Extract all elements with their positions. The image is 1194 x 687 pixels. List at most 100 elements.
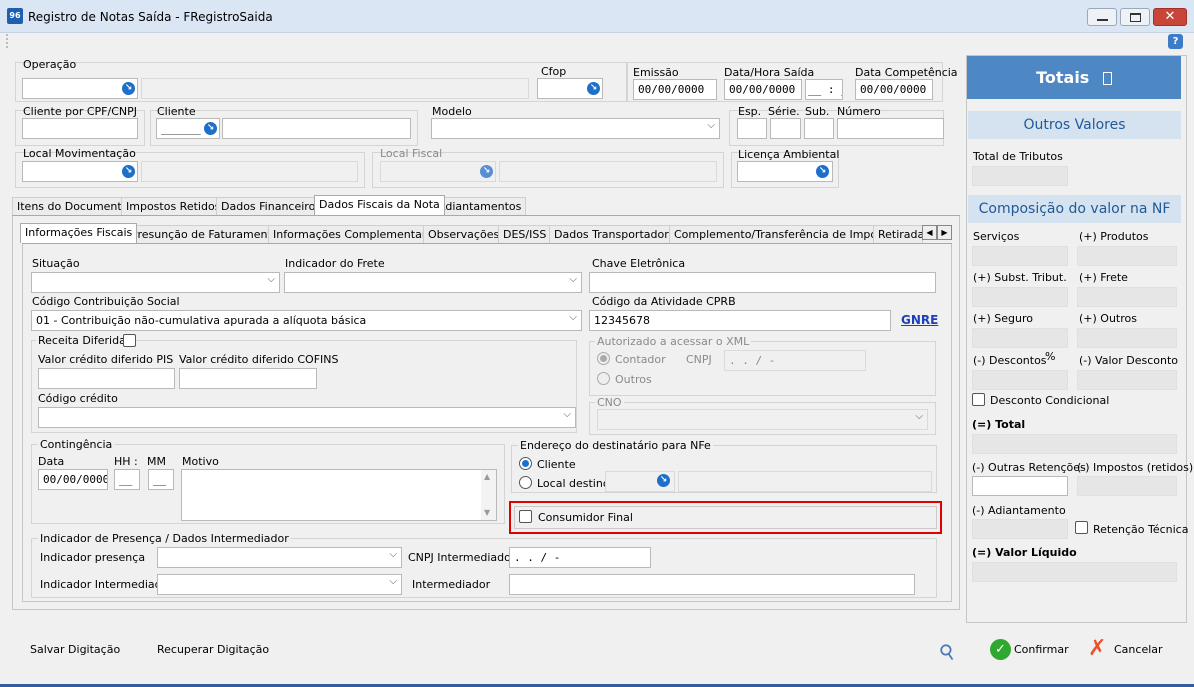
valor-liquido-value bbox=[972, 562, 1177, 582]
motivo-scrollbar[interactable]: ▲ ▼ bbox=[481, 470, 496, 520]
percent-label: % bbox=[1045, 350, 1056, 363]
recuperar-digitacao-button[interactable]: Recuperar Digitação bbox=[157, 643, 269, 656]
consumidor-final-label[interactable]: Consumidor Final bbox=[538, 511, 633, 524]
outros-valores-header: Outros Valores bbox=[968, 111, 1181, 139]
operacao-input[interactable] bbox=[22, 78, 138, 99]
tab-impostos-retidos[interactable]: Impostos Retidos bbox=[121, 197, 226, 215]
codigo-atividade-input[interactable]: 12345678 bbox=[589, 310, 891, 331]
indicador-presenca-select[interactable]: ⌵ bbox=[157, 547, 402, 568]
tab-dados-financeiros[interactable]: Dados Financeiros bbox=[216, 197, 327, 215]
local-destino-search-icon[interactable]: ↘ bbox=[657, 474, 670, 487]
numero-input[interactable] bbox=[837, 118, 944, 139]
cfop-label: Cfop bbox=[541, 65, 567, 78]
outros-totais-label: (+) Outros bbox=[1079, 312, 1137, 325]
servicos-label: Serviços bbox=[973, 230, 1020, 243]
indicador-presenca-label: Indicador presença bbox=[40, 551, 146, 564]
tab-informacoes-complementares[interactable]: Informações Complementares bbox=[268, 225, 444, 243]
confirmar-label: Confirmar bbox=[1014, 643, 1069, 656]
operacao-desc bbox=[141, 78, 529, 99]
cliente-search-icon[interactable]: ↘ bbox=[204, 122, 217, 135]
tab-observacoes[interactable]: Observações bbox=[423, 225, 505, 243]
valor-pis-input[interactable] bbox=[38, 368, 175, 389]
tab-scroll-right-button[interactable]: ▶ bbox=[937, 225, 952, 240]
tab-complemento-transferencia[interactable]: Complemento/Transferência de Imposto bbox=[669, 225, 899, 243]
consumidor-final-checkbox[interactable] bbox=[519, 510, 532, 523]
receita-diferida-checkbox[interactable] bbox=[123, 334, 136, 347]
impostos-retidos-label: (-) Impostos (retidos) bbox=[1077, 461, 1194, 474]
tab-des-iss[interactable]: DES/ISS bbox=[498, 225, 552, 243]
tab-scroll-left-button[interactable]: ◀ bbox=[922, 225, 937, 240]
situacao-select[interactable]: ⌵ bbox=[31, 272, 280, 293]
cancelar-button[interactable]: ✗ Cancelar bbox=[1088, 636, 1168, 662]
esp-label: Esp. bbox=[738, 105, 762, 118]
local-movimentacao-label: Local Movimentação bbox=[23, 147, 136, 160]
cliente-radio[interactable] bbox=[519, 457, 532, 470]
hh-input[interactable]: __ bbox=[114, 469, 140, 490]
produtos-label: (+) Produtos bbox=[1079, 230, 1149, 243]
codigo-contribuicao-select[interactable]: 01 - Contribuição não-cumulativa apurada… bbox=[31, 310, 582, 331]
operacao-search-icon[interactable]: ↘ bbox=[122, 82, 135, 95]
chave-eletronica-input[interactable] bbox=[589, 272, 936, 293]
sub-input[interactable] bbox=[804, 118, 834, 139]
indicador-intermediador-select[interactable]: ⌵ bbox=[157, 574, 402, 595]
mm-input[interactable]: __ bbox=[148, 469, 174, 490]
valor-pis-label: Valor crédito diferido PIS bbox=[38, 353, 174, 366]
serie-input[interactable] bbox=[770, 118, 801, 139]
desconto-condicional-label: Desconto Condicional bbox=[990, 394, 1110, 407]
gnre-link[interactable]: GNRE bbox=[901, 313, 938, 327]
data-competencia-input[interactable]: 00/00/0000 bbox=[855, 79, 933, 100]
retencao-tecnica-checkbox[interactable] bbox=[1075, 521, 1088, 534]
confirmar-button[interactable]: ✓ Confirmar bbox=[990, 638, 1070, 662]
outras-retencoes-input[interactable] bbox=[972, 476, 1068, 496]
licenca-ambiental-label: Licença Ambiental bbox=[738, 148, 840, 161]
chevron-down-icon: ⌵ bbox=[707, 120, 715, 131]
indicador-frete-select[interactable]: ⌵ bbox=[284, 272, 582, 293]
tab-presuncao-faturamento[interactable]: Presunção de Faturamento bbox=[126, 225, 284, 243]
tab-dados-transportadora[interactable]: Dados Transportadora bbox=[549, 225, 681, 243]
contingencia-data-input[interactable]: 00/00/0000 bbox=[38, 469, 108, 490]
maximize-button[interactable] bbox=[1120, 8, 1150, 26]
intermediador-input[interactable] bbox=[509, 574, 915, 595]
serie-label: Série. bbox=[768, 105, 800, 118]
esp-input[interactable] bbox=[737, 118, 767, 139]
local-destino-radio[interactable] bbox=[519, 476, 532, 489]
modelo-select[interactable]: ⌵ bbox=[431, 118, 720, 139]
codigo-credito-select[interactable]: ⌵ bbox=[38, 407, 576, 428]
desconto-condicional-checkbox[interactable] bbox=[972, 393, 985, 406]
outros-totais-value bbox=[1077, 328, 1177, 348]
toolbar-grip bbox=[6, 34, 8, 48]
valor-cofins-input[interactable] bbox=[179, 368, 317, 389]
subst-value bbox=[972, 287, 1068, 307]
tab-itens-documento[interactable]: Itens do Documento bbox=[12, 197, 134, 215]
scroll-up-icon[interactable]: ▲ bbox=[484, 472, 490, 481]
total-value bbox=[972, 434, 1177, 454]
local-movimentacao-search-icon[interactable]: ↘ bbox=[122, 165, 135, 178]
tab-adiantamentos[interactable]: Adiantamentos bbox=[433, 197, 527, 215]
local-destino-label: Local destino bbox=[537, 477, 610, 490]
cfop-search-icon[interactable]: ↘ bbox=[587, 82, 600, 95]
maximize-icon bbox=[1130, 13, 1141, 22]
outras-retencoes-label: (-) Outras Retenções bbox=[972, 461, 1086, 474]
local-movimentacao-input[interactable] bbox=[22, 161, 138, 182]
data-hora-saida-input[interactable]: 00/00/0000 bbox=[724, 79, 802, 100]
cliente-cpf-input[interactable] bbox=[22, 118, 138, 139]
chevron-down-icon: ⌵ bbox=[267, 274, 275, 285]
close-button[interactable]: ✕ bbox=[1153, 8, 1187, 26]
licenca-search-icon[interactable]: ↘ bbox=[816, 165, 829, 178]
impostos-retidos-value bbox=[1077, 476, 1177, 496]
hora-saida-input[interactable]: __ : __ bbox=[805, 79, 843, 100]
presenca-group-label: Indicador de Presença / Dados Intermedia… bbox=[38, 532, 291, 545]
emissao-input[interactable]: 00/00/0000 bbox=[633, 79, 717, 100]
tab-dados-fiscais-nota[interactable]: Dados Fiscais da Nota bbox=[314, 195, 445, 215]
minimize-button[interactable] bbox=[1087, 8, 1117, 26]
tab-retirada[interactable]: Retirada, bbox=[873, 225, 923, 243]
help-icon[interactable]: ? bbox=[1168, 34, 1183, 49]
motivo-textarea[interactable] bbox=[181, 469, 497, 521]
cno-label: CNO bbox=[595, 396, 624, 409]
scroll-down-icon[interactable]: ▼ bbox=[484, 508, 490, 517]
cnpj-intermediador-input[interactable]: . . / - bbox=[509, 547, 651, 568]
attachment-icon[interactable]: ⚲ bbox=[934, 632, 967, 666]
salvar-digitacao-button[interactable]: Salvar Digitação bbox=[30, 643, 120, 656]
cliente-name-input[interactable] bbox=[222, 118, 411, 139]
tab-informacoes-fiscais[interactable]: Informações Fiscais bbox=[20, 223, 138, 243]
